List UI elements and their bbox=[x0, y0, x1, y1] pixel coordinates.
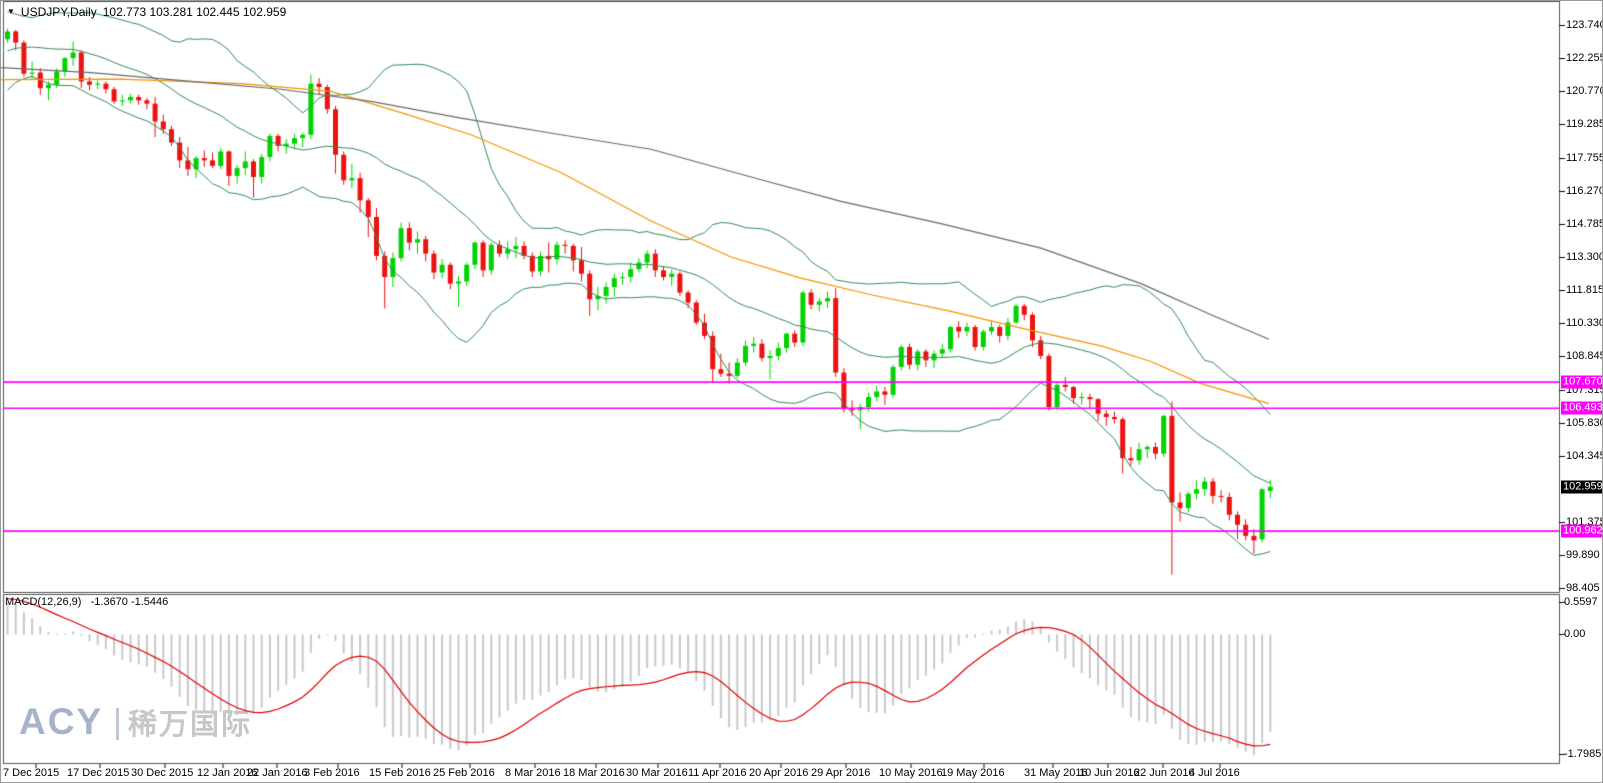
macd-values-label: -1.3670 -1.5446 bbox=[90, 596, 169, 608]
macd-axis-tick-label: -1.7985 bbox=[1564, 748, 1602, 760]
price-axis-tick-label: 114.785 bbox=[1566, 218, 1603, 230]
chart-title: ▼ USDJPY,Daily 102.773 103.281 102.445 1… bbox=[7, 5, 286, 19]
date-axis-label: 7 Dec 2015 bbox=[3, 767, 60, 779]
macd-name-label: MACD(12,26,9) bbox=[5, 596, 82, 608]
chart-dropdown-icon[interactable]: ▼ bbox=[7, 8, 15, 16]
date-axis-label: 30 Dec 2015 bbox=[131, 767, 194, 779]
date-axis-label: 25 Feb 2016 bbox=[433, 767, 495, 779]
date-axis-label: 3 Feb 2016 bbox=[304, 767, 360, 779]
level-price-tag: 106.493 bbox=[1561, 401, 1602, 415]
macd-indicator-label: MACD(12,26,9) -1.3670 -1.5446 bbox=[5, 596, 168, 608]
price-axis-tick-label: 105.830 bbox=[1566, 417, 1603, 429]
date-axis-label: 8 Mar 2016 bbox=[505, 767, 561, 779]
price-axis-tick-label: 120.770 bbox=[1566, 85, 1603, 97]
ohlc-values-label: 102.773 103.281 102.445 102.959 bbox=[102, 5, 287, 19]
date-axis-label: 30 Mar 2016 bbox=[626, 767, 688, 779]
date-axis-label: 18 Mar 2016 bbox=[563, 767, 625, 779]
macd-axis-tick-label: 0.5597 bbox=[1564, 596, 1598, 608]
date-axis-label: 29 Apr 2016 bbox=[811, 767, 871, 779]
price-axis-tick-label: 122.255 bbox=[1566, 52, 1603, 64]
price-axis-tick-label: 104.345 bbox=[1566, 450, 1603, 462]
symbol-timeframe-label: USDJPY,Daily bbox=[20, 5, 97, 19]
price-axis-tick-label: 123.740 bbox=[1566, 19, 1603, 31]
date-axis-label: 11 Apr 2016 bbox=[688, 767, 747, 779]
date-axis-label: 4 Jul 2016 bbox=[1189, 767, 1240, 779]
trading-chart-window: ACY | 稀万国际 ▼ USDJPY,Daily 102.773 103.28… bbox=[0, 0, 1603, 783]
date-axis-label: 15 Feb 2016 bbox=[369, 767, 431, 779]
price-axis-tick-label: 119.285 bbox=[1566, 118, 1603, 130]
current-price-tag: 102.959 bbox=[1561, 480, 1602, 494]
level-price-tag: 107.670 bbox=[1561, 375, 1602, 389]
price-axis-tick-label: 117.755 bbox=[1566, 152, 1603, 164]
date-axis-label: 10 May 2016 bbox=[879, 767, 943, 779]
price-axis-tick-label: 116.270 bbox=[1566, 185, 1603, 197]
price-axis-tick-label: 113.300 bbox=[1566, 251, 1603, 263]
price-chart-canvas[interactable] bbox=[1, 1, 1602, 782]
price-axis-tick-label: 108.845 bbox=[1566, 350, 1603, 362]
price-axis-tick-label: 110.330 bbox=[1566, 317, 1603, 329]
price-axis-tick-label: 98.405 bbox=[1566, 582, 1600, 594]
date-axis-label: 10 Jun 2016 bbox=[1079, 767, 1140, 779]
date-axis-label: 20 Apr 2016 bbox=[749, 767, 809, 779]
date-axis-label: 19 May 2016 bbox=[941, 767, 1005, 779]
date-axis-label: 22 Jun 2016 bbox=[1134, 767, 1195, 779]
date-axis-label: 22 Jan 2016 bbox=[247, 767, 308, 779]
price-axis-tick-label: 99.890 bbox=[1566, 549, 1600, 561]
macd-axis-tick-label: 0.00 bbox=[1564, 628, 1586, 640]
price-axis-tick-label: 111.815 bbox=[1566, 284, 1603, 296]
date-axis-label: 17 Dec 2015 bbox=[67, 767, 130, 779]
level-price-tag: 100.962 bbox=[1561, 524, 1602, 538]
